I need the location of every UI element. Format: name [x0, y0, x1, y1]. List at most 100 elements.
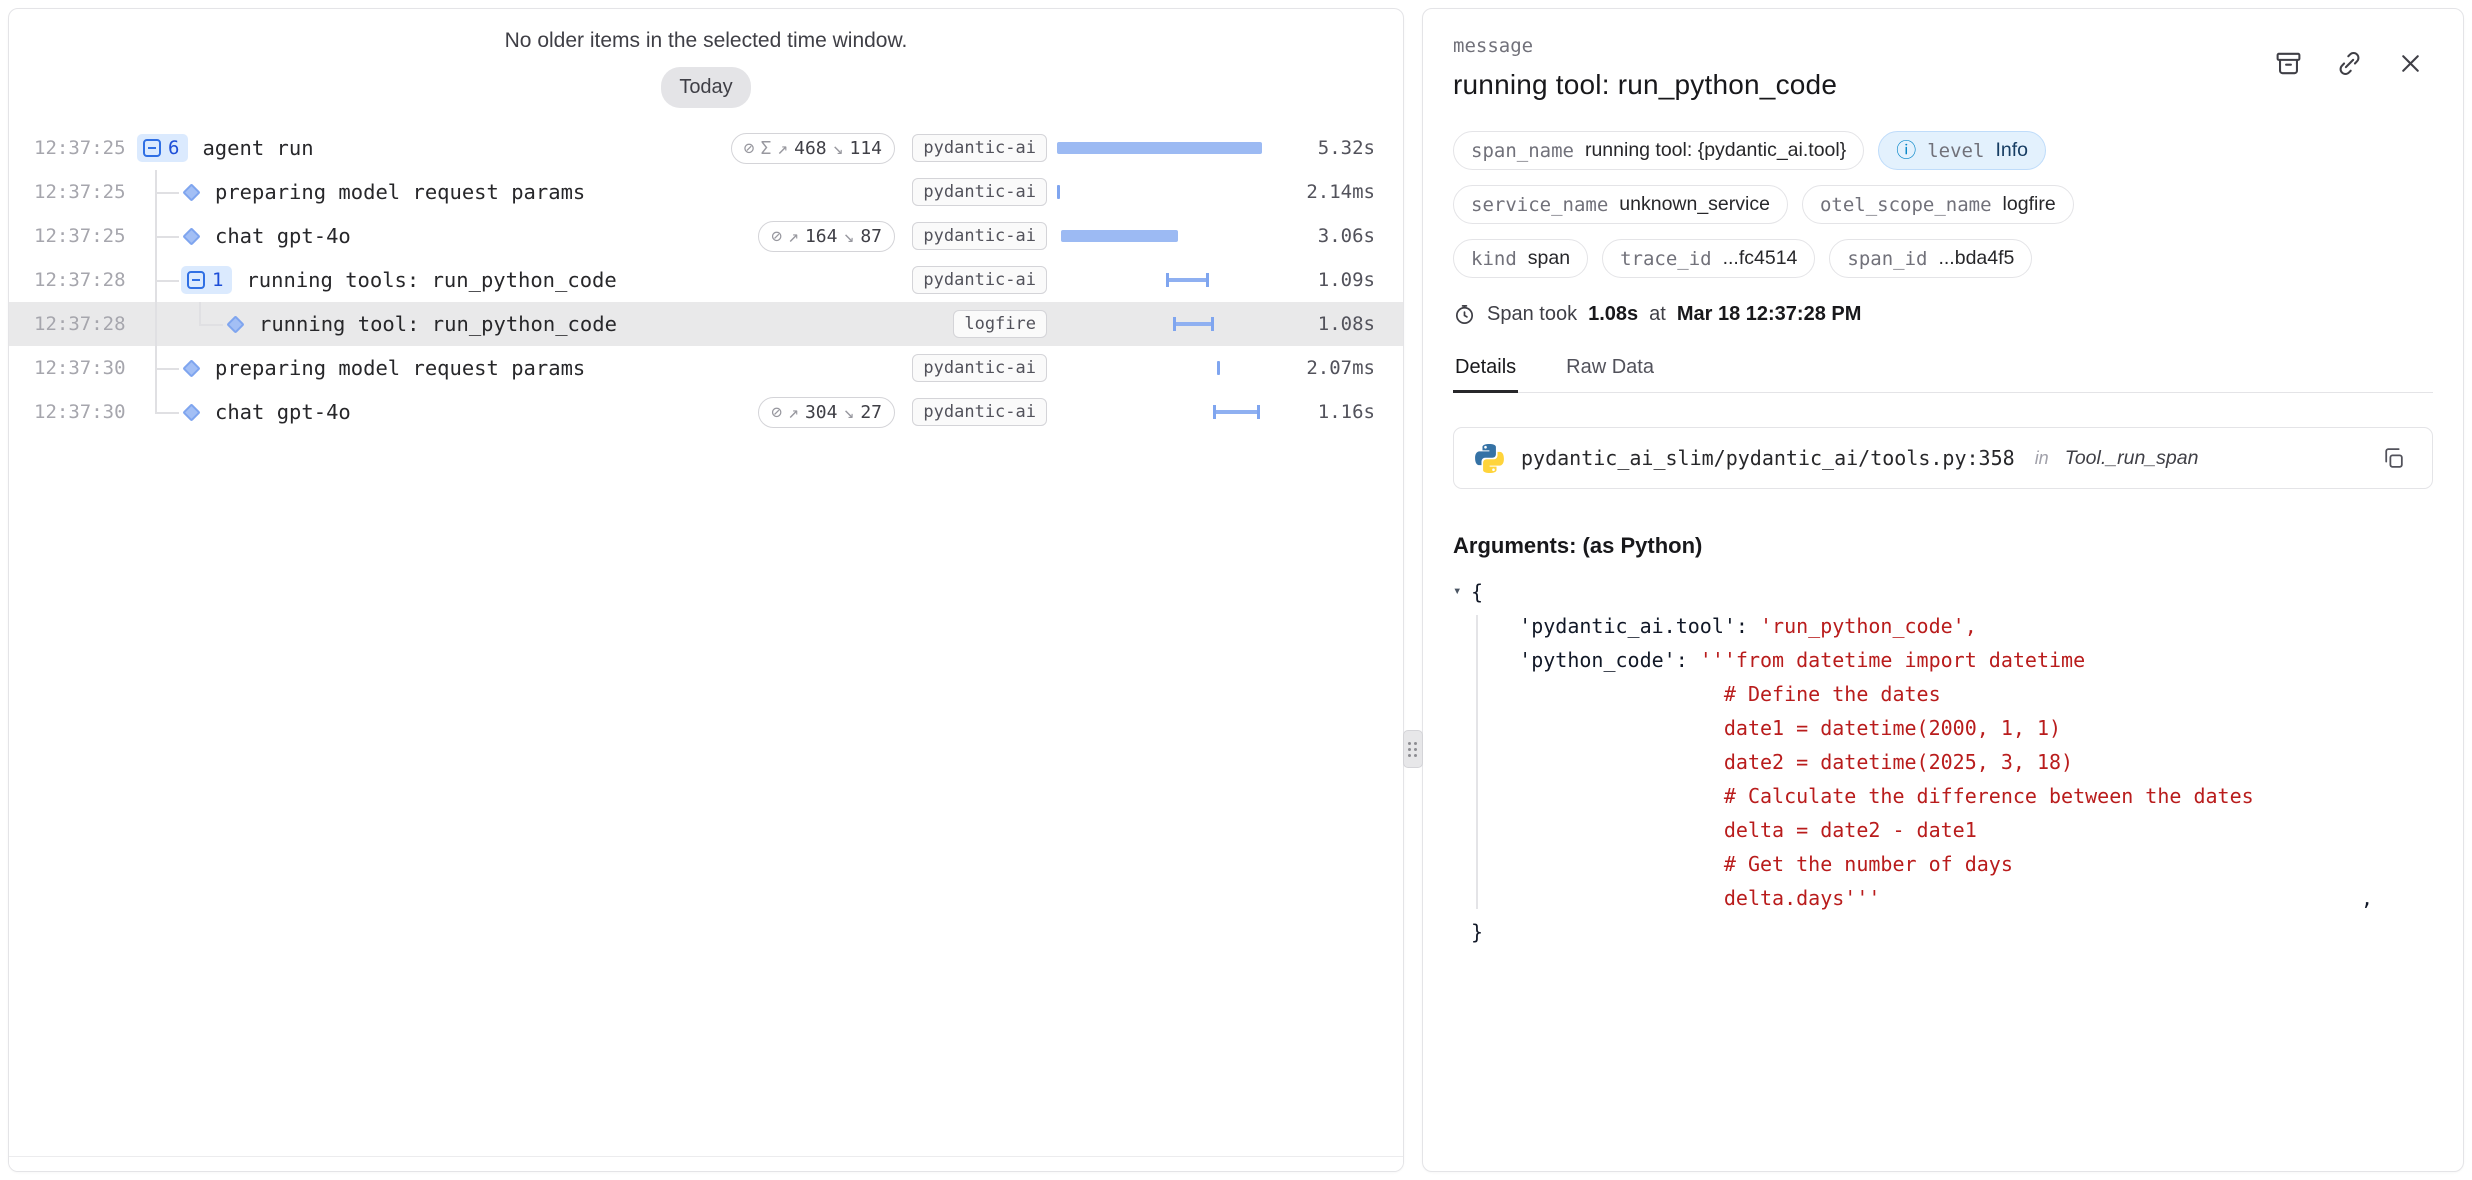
attr-value: unknown_service: [1619, 193, 1770, 216]
scope-tag: pydantic-ai: [912, 134, 1047, 162]
scope-tag: pydantic-ai: [912, 354, 1047, 382]
scope-tag: pydantic-ai: [912, 398, 1047, 426]
trace-rows: 12:37:256agent run⊘Σ↗468↘114pydantic-ai5…: [9, 126, 1403, 434]
indent: [1471, 643, 1519, 677]
attr-chip-otel_scope_name[interactable]: otel_scope_namelogfire: [1802, 185, 2074, 224]
trace-row[interactable]: 12:37:25preparing model request paramspy…: [9, 170, 1403, 214]
span-diamond-icon: [182, 403, 200, 421]
open-brace: {: [1471, 575, 1483, 609]
tree-guide: [137, 258, 181, 302]
today-button[interactable]: Today: [661, 67, 750, 108]
attr-chip-span_name[interactable]: span_namerunning tool: {pydantic_ai.tool…: [1453, 131, 1864, 170]
code-string: # Define the dates: [1724, 677, 1941, 711]
empty-notice: No older items in the selected time wind…: [9, 29, 1403, 53]
attr-value: span: [1528, 247, 1570, 270]
timeline-track: [1057, 184, 1262, 200]
badge-row: kindspan trace_id...fc4514 span_id...bda4f…: [1453, 239, 2433, 278]
trace-row[interactable]: 12:37:25chat gpt-4o⊘↗164↘87pydantic-ai3.…: [9, 214, 1403, 258]
arrow-down-icon: ↘: [833, 138, 844, 159]
code-line: # Define the dates: [1453, 677, 2433, 711]
output-tokens: 114: [849, 138, 882, 159]
sigma-icon: Σ: [760, 138, 771, 159]
indent: [1471, 813, 1724, 847]
timeline-column: [1047, 140, 1297, 156]
trace-list-panel: No older items in the selected time wind…: [8, 8, 1404, 1172]
indent: [1471, 779, 1724, 813]
row-timestamp: 12:37:30: [9, 357, 137, 379]
close-panel-button[interactable]: [2394, 47, 2427, 80]
attr-value: running tool: {pydantic_ai.tool}: [1585, 139, 1846, 162]
indent: [1471, 677, 1724, 711]
span-diamond-icon: [182, 359, 200, 377]
trace-row[interactable]: 12:37:28running tool: run_python_codelog…: [9, 302, 1403, 346]
row-timestamp: 12:37:30: [9, 401, 137, 423]
trailing-comma: ,: [2361, 881, 2433, 915]
timeline-bar: [1057, 185, 1060, 199]
attr-chip-kind[interactable]: kindspan: [1453, 239, 1588, 278]
code-string: # Calculate the difference between the d…: [1724, 779, 2254, 813]
span-label: chat gpt-4o: [215, 224, 351, 248]
token-metrics-badge: ⊘↗164↘87: [758, 221, 895, 252]
close-brace: }: [1471, 915, 1483, 949]
code-string: delta = date2 - date1: [1724, 813, 1977, 847]
arrow-down-icon: ↘: [843, 402, 854, 423]
detail-header-actions: [2272, 47, 2427, 80]
copy-path-button[interactable]: [2375, 445, 2412, 472]
code-string: 'run_python_code',: [1760, 609, 1977, 643]
circle-slash-icon: ⊘: [771, 402, 782, 423]
attr-key: service_name: [1471, 194, 1608, 216]
scope-tag: pydantic-ai: [912, 266, 1047, 294]
trace-row[interactable]: 12:37:30 preparing model request params py…: [9, 346, 1403, 390]
tree-guide: [137, 346, 181, 390]
copy-link-button[interactable]: [2333, 47, 2366, 80]
trace-row[interactable]: 12:37:281running tools: run_python_codep…: [9, 258, 1403, 302]
attr-chip-level[interactable]: ⓘlevelInfo: [1878, 131, 2046, 170]
timeline-bar: [1166, 273, 1209, 287]
attr-value: ...bda4f5: [1938, 247, 2014, 270]
arrow-up-icon: ↗: [777, 138, 788, 159]
tab-raw-data[interactable]: Raw Data: [1564, 356, 1656, 392]
span-duration: 1.09s: [1297, 269, 1403, 291]
chevron-down-icon[interactable]: ▾: [1453, 574, 1471, 608]
timeline-bar: [1057, 142, 1262, 154]
row-timestamp: 12:37:25: [9, 137, 137, 159]
code-line: delta.days''',: [1453, 881, 2433, 915]
source-path: pydantic_ai_slim/pydantic_ai/tools.py:35…: [1521, 446, 2015, 470]
tab-details[interactable]: Details: [1453, 356, 1518, 392]
tree-guide: [137, 214, 181, 258]
code-line: ▾{: [1453, 575, 2433, 609]
timeline-column: [1047, 360, 1297, 376]
span-label: preparing model request params: [215, 356, 585, 380]
timeline-bar: [1213, 405, 1260, 419]
copy-icon: [2381, 459, 2406, 474]
panel-resize-handle[interactable]: [1403, 730, 1423, 768]
timeline-track: [1057, 228, 1262, 244]
trace-row[interactable]: 12:37:256agent run⊘Σ↗468↘114pydantic-ai5…: [9, 126, 1403, 170]
tag-column: pydantic-ai: [895, 398, 1047, 426]
circle-slash-icon: ⊘: [771, 226, 782, 247]
input-tokens: 304: [805, 402, 838, 423]
minus-icon: [187, 271, 205, 289]
archive-button[interactable]: [2272, 47, 2305, 80]
collapse-toggle[interactable]: 6: [137, 134, 188, 162]
timeline-column: [1047, 272, 1297, 288]
scope-tag: pydantic-ai: [912, 222, 1047, 250]
attr-chip-span_id[interactable]: span_id...bda4f5: [1829, 239, 2032, 278]
tree-guide: [137, 170, 181, 214]
timeline-bar: [1173, 317, 1214, 331]
indent: [1471, 847, 1724, 881]
attr-chip-trace_id[interactable]: trace_id...fc4514: [1602, 239, 1815, 278]
metrics-column: ⊘↗164↘87: [715, 221, 895, 252]
collapse-toggle[interactable]: 1: [181, 266, 232, 294]
indent: [1471, 881, 1724, 915]
timing-duration: 1.08s: [1588, 303, 1638, 326]
trace-row[interactable]: 12:37:30chat gpt-4o⊘↗304↘27pydantic-ai1.…: [9, 390, 1403, 434]
input-tokens: 164: [805, 226, 838, 247]
archive-icon: [2274, 66, 2303, 81]
row-timestamp: 12:37:28: [9, 313, 137, 335]
span-diamond-icon: [182, 183, 200, 201]
row-tree: preparing model request params: [137, 346, 715, 390]
attr-chip-service_name[interactable]: service_name unknown_service: [1453, 185, 1788, 224]
span-duration: 2.14ms: [1297, 181, 1403, 203]
timing-prefix: Span took: [1487, 303, 1577, 326]
